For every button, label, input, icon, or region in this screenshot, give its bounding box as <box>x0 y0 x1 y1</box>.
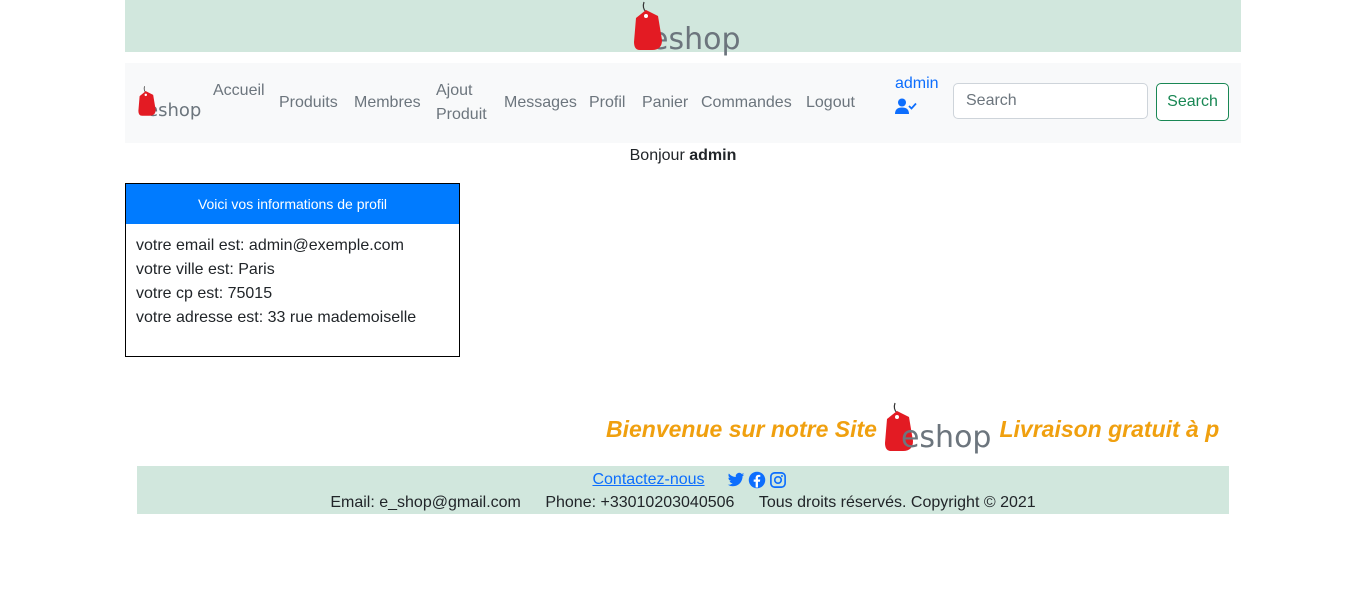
nav-panier[interactable]: Panier <box>642 91 688 115</box>
marquee-text-right: Livraison gratuit à p <box>999 416 1220 442</box>
footer-copyright: Tous droits réservés. Copyright © 2021 <box>758 494 1036 511</box>
facebook-icon[interactable] <box>748 471 766 489</box>
shopping-tag-icon <box>137 85 157 122</box>
nav-ajout-produit[interactable]: Ajout Produit <box>436 79 487 127</box>
user-menu[interactable]: admin <box>895 72 939 122</box>
footer-phone: Phone: +33010203040506 <box>545 494 735 511</box>
profile-card-header: Voici vos informations de profil <box>126 184 459 224</box>
profile-card: Voici vos informations de profil votre e… <box>125 183 460 357</box>
marquee-text-left: Bienvenue sur notre Site <box>606 416 877 442</box>
profile-address: votre adresse est: 33 rue mademoiselle <box>136 309 417 326</box>
contact-link[interactable]: Contactez-nous <box>592 471 704 489</box>
footer: Contactez-nous Email: e_shop@gmail.com P… <box>137 466 1229 514</box>
greeting-name: admin <box>689 147 737 164</box>
username: admin <box>895 75 939 92</box>
nav-produits[interactable]: Produits <box>279 91 338 115</box>
instagram-icon[interactable] <box>769 471 787 489</box>
footer-email: Email: e_shop@gmail.com <box>330 494 521 511</box>
profile-card-body: votre email est: admin@exemple.com votre… <box>126 224 459 340</box>
nav-profil[interactable]: Profil <box>589 91 625 115</box>
search-button[interactable]: Search <box>1156 83 1229 121</box>
twitter-icon[interactable] <box>727 471 745 489</box>
greeting-prefix: Bonjour <box>629 147 685 164</box>
user-check-icon <box>895 98 939 122</box>
welcome-marquee: Bienvenue sur notre Site eshop Livraison… <box>125 400 1229 460</box>
profile-postcode: votre cp est: 75015 <box>136 285 273 302</box>
search-input[interactable] <box>953 83 1148 119</box>
nav-logout[interactable]: Logout <box>806 91 855 115</box>
profile-email: votre email est: admin@exemple.com <box>136 237 404 254</box>
navbar-logo[interactable]: eshop <box>137 85 201 122</box>
shopping-tag-icon <box>632 0 664 57</box>
nav-ajout-line2: Produit <box>436 106 487 123</box>
marquee-logo: eshop <box>883 401 992 458</box>
nav-commandes[interactable]: Commandes <box>701 91 792 115</box>
nav-accueil[interactable]: Accueil <box>213 79 265 103</box>
profile-city: votre ville est: Paris <box>136 261 275 278</box>
nav-membres[interactable]: Membres <box>354 91 421 115</box>
greeting: Bonjour admin <box>0 145 1366 167</box>
main-navbar: eshop Accueil Produits Membres Ajout Pro… <box>125 63 1241 143</box>
site-logo[interactable]: eshop <box>632 0 741 57</box>
nav-messages[interactable]: Messages <box>504 91 577 115</box>
logo-text: eshop <box>900 420 992 455</box>
nav-ajout-line1: Ajout <box>436 82 473 99</box>
